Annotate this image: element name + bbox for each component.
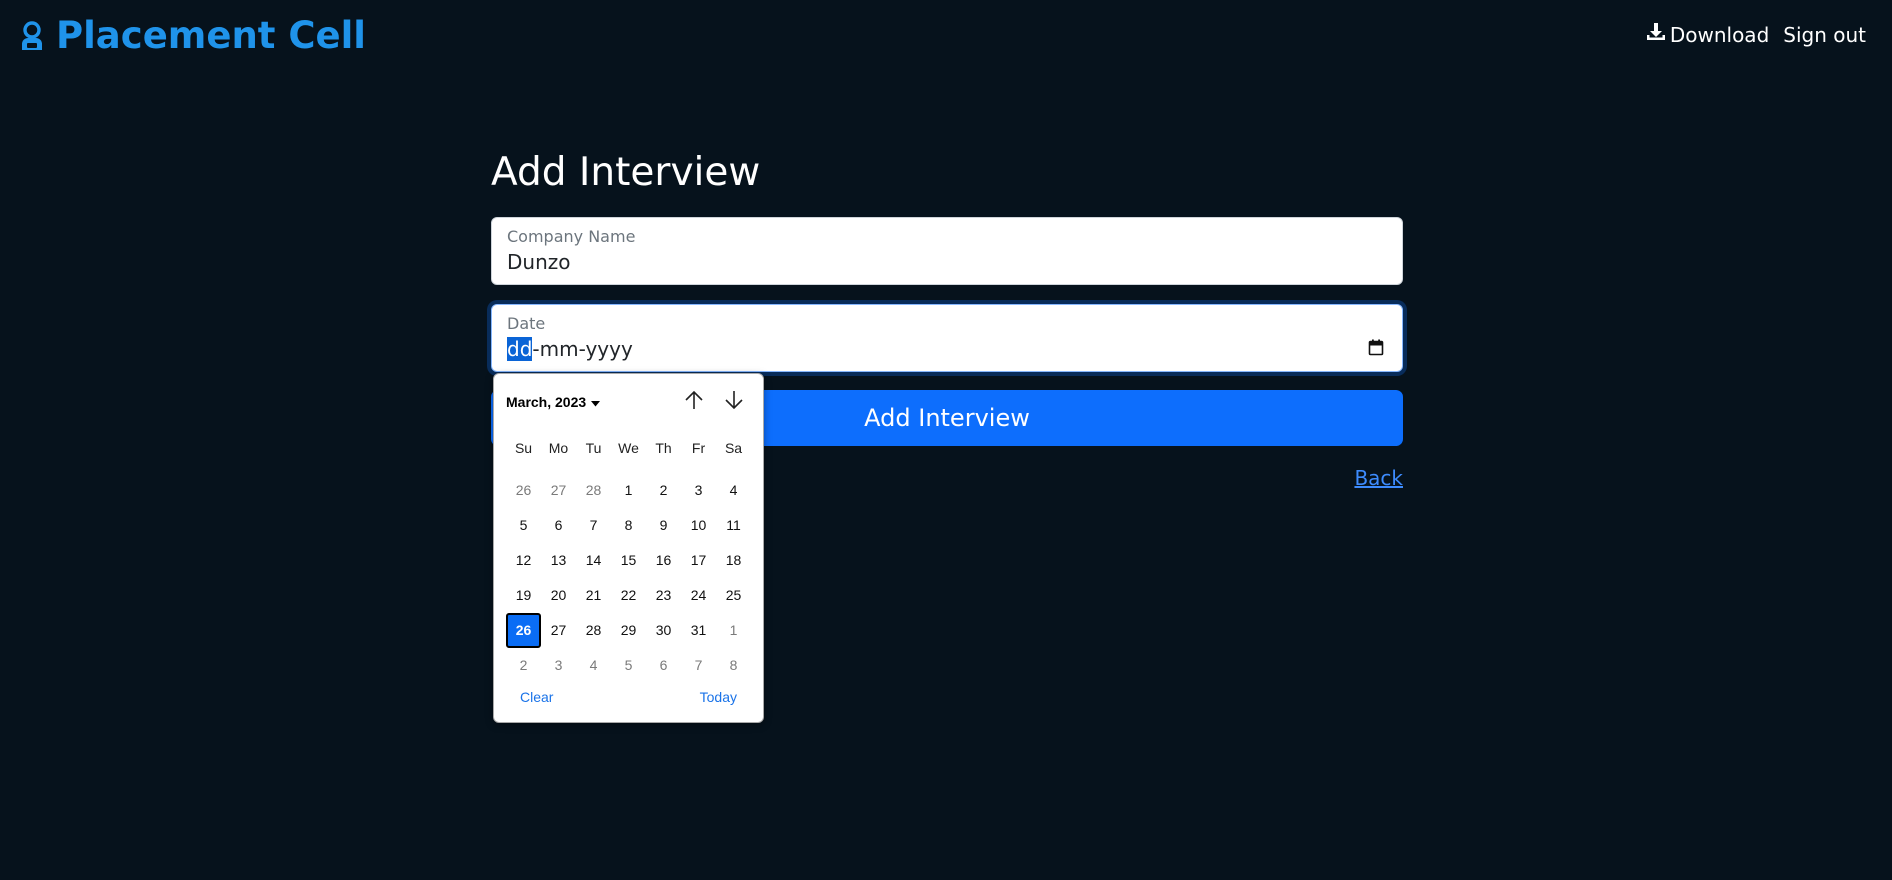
calendar-day[interactable]: 22 xyxy=(611,578,646,613)
weekday-header: Fr xyxy=(691,440,706,456)
calendar-day[interactable]: 15 xyxy=(611,543,646,578)
download-label: Download xyxy=(1669,22,1770,47)
calendar-icon[interactable] xyxy=(1368,339,1384,360)
clear-button[interactable]: Clear xyxy=(520,689,553,705)
weekday-header: Tu xyxy=(585,440,602,456)
calendar-day[interactable]: 30 xyxy=(646,613,681,648)
calendar-day[interactable]: 28 xyxy=(576,473,611,508)
calendar-day[interactable]: 25 xyxy=(716,578,751,613)
calendar-day[interactable]: 2 xyxy=(646,473,681,508)
date-picker-popup: March, 2023 Su Mo Tu We Th Fr Sa 26 27 28 1 2 3 4 5 6 7 8… xyxy=(493,373,764,723)
brand-logo[interactable]: Placement Cell xyxy=(20,14,366,57)
calendar-day[interactable]: 3 xyxy=(681,473,716,508)
calendar-day[interactable]: 14 xyxy=(576,543,611,578)
calendar-day[interactable]: 13 xyxy=(541,543,576,578)
company-name-field[interactable]: Company Name Dunzo xyxy=(491,217,1403,285)
calendar-day[interactable]: 28 xyxy=(576,613,611,648)
month-nav xyxy=(683,389,745,411)
calendar-day[interactable]: 5 xyxy=(611,648,646,683)
top-nav: Download Sign out xyxy=(1646,22,1866,47)
calendar-day[interactable]: 31 xyxy=(681,613,716,648)
weekday-header: Th xyxy=(655,440,672,456)
back-link[interactable]: Back xyxy=(1354,466,1403,490)
date-label: Date xyxy=(507,314,546,333)
calendar-day[interactable]: 23 xyxy=(646,578,681,613)
brand-name: Placement Cell xyxy=(56,14,366,57)
calendar-day-selected[interactable]: 26 xyxy=(506,613,541,648)
calendar-day[interactable]: 1 xyxy=(716,613,751,648)
weekday-header: We xyxy=(618,440,639,456)
calendar-day[interactable]: 5 xyxy=(506,508,541,543)
calendar-day[interactable]: 27 xyxy=(541,473,576,508)
today-button[interactable]: Today xyxy=(700,689,737,705)
date-field[interactable]: Date dd-mm-yyyy xyxy=(491,304,1403,372)
signout-link[interactable]: Sign out xyxy=(1783,23,1866,47)
calendar-day[interactable]: 27 xyxy=(541,613,576,648)
arrow-down-icon[interactable] xyxy=(723,389,745,411)
calendar-day[interactable]: 10 xyxy=(681,508,716,543)
month-year-label: March, 2023 xyxy=(506,394,587,410)
calendar-day[interactable]: 9 xyxy=(646,508,681,543)
calendar-day[interactable]: 24 xyxy=(681,578,716,613)
download-link[interactable]: Download xyxy=(1646,22,1769,47)
user-robot-icon xyxy=(20,20,44,51)
weekday-header: Mo xyxy=(548,440,569,456)
month-year-selector[interactable]: March, 2023 xyxy=(506,394,601,410)
download-icon xyxy=(1646,22,1666,47)
arrow-up-icon[interactable] xyxy=(683,389,705,411)
calendar-day[interactable]: 11 xyxy=(716,508,751,543)
calendar-day[interactable]: 7 xyxy=(576,508,611,543)
calendar-day[interactable]: 18 xyxy=(716,543,751,578)
calendar-day[interactable]: 6 xyxy=(541,508,576,543)
company-name-label: Company Name xyxy=(507,227,636,246)
calendar-day[interactable]: 26 xyxy=(506,473,541,508)
calendar-day[interactable]: 29 xyxy=(611,613,646,648)
weekday-header: Su xyxy=(514,440,533,456)
calendar-day[interactable]: 3 xyxy=(541,648,576,683)
weekday-header: Sa xyxy=(724,440,743,456)
calendar-grid: Su Mo Tu We Th Fr Sa 26 27 28 1 2 3 4 5 6 7 8 9 10 11 12 13 14 1… xyxy=(506,438,751,683)
calendar-day[interactable]: 8 xyxy=(611,508,646,543)
calendar-day[interactable]: 6 xyxy=(646,648,681,683)
calendar-day[interactable]: 21 xyxy=(576,578,611,613)
calendar-day[interactable]: 4 xyxy=(716,473,751,508)
calendar-day[interactable]: 16 xyxy=(646,543,681,578)
calendar-day[interactable]: 7 xyxy=(681,648,716,683)
date-value: dd-mm-yyyy xyxy=(507,336,1387,362)
calendar-day[interactable]: 8 xyxy=(716,648,751,683)
date-month-year-segment[interactable]: -mm-yyyy xyxy=(532,337,632,361)
calendar-day[interactable]: 4 xyxy=(576,648,611,683)
calendar-day[interactable]: 17 xyxy=(681,543,716,578)
picker-footer: Clear Today xyxy=(520,689,737,705)
calendar-day[interactable]: 12 xyxy=(506,543,541,578)
date-day-segment[interactable]: dd xyxy=(507,337,533,361)
calendar-day[interactable]: 1 xyxy=(611,473,646,508)
company-name-value: Dunzo xyxy=(507,250,571,274)
calendar-day[interactable]: 2 xyxy=(506,648,541,683)
calendar-day[interactable]: 19 xyxy=(506,578,541,613)
calendar-day[interactable]: 20 xyxy=(541,578,576,613)
caret-down-icon xyxy=(591,394,601,410)
page-title: Add Interview xyxy=(491,150,761,195)
